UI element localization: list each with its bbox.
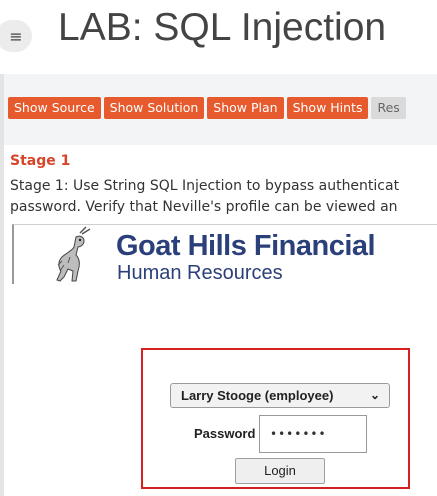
- restart-lesson-button[interactable]: Res: [371, 97, 406, 119]
- show-source-button[interactable]: Show Source: [8, 97, 101, 119]
- hamburger-icon: ≡: [9, 26, 23, 46]
- company-name: Goat Hills Financial: [116, 230, 376, 262]
- goat-icon: [56, 226, 91, 282]
- page-header: ≡ LAB: SQL Injection: [0, 0, 437, 72]
- stage-description-line: Stage 1: Use String SQL Injection to byp…: [10, 178, 400, 194]
- password-field[interactable]: •••••••: [259, 415, 367, 453]
- employee-select-value: Larry Stooge (employee): [181, 388, 334, 403]
- show-solution-button[interactable]: Show Solution: [103, 97, 205, 119]
- stage-title: Stage 1: [10, 153, 71, 169]
- menu-button[interactable]: ≡: [0, 20, 32, 52]
- password-label: Password: [194, 426, 256, 441]
- page-title: LAB: SQL Injection: [58, 6, 387, 49]
- company-banner: Goat Hills Financial Human Resources: [12, 224, 437, 284]
- show-plan-button[interactable]: Show Plan: [207, 97, 284, 119]
- stage-description-line: password. Verify that Neville's profile …: [10, 199, 398, 215]
- company-subtitle: Human Resources: [117, 262, 283, 284]
- employee-select[interactable]: Larry Stooge (employee) ⌄: [170, 383, 390, 408]
- show-hints-button[interactable]: Show Hints: [286, 97, 369, 119]
- lesson-toolbar: Show Source Show Solution Show Plan Show Hi…: [8, 97, 437, 119]
- login-button[interactable]: Login: [235, 458, 325, 484]
- chevron-down-icon: ⌄: [369, 388, 380, 402]
- stage-description: Stage 1: Use String SQL Injection to byp…: [10, 176, 399, 218]
